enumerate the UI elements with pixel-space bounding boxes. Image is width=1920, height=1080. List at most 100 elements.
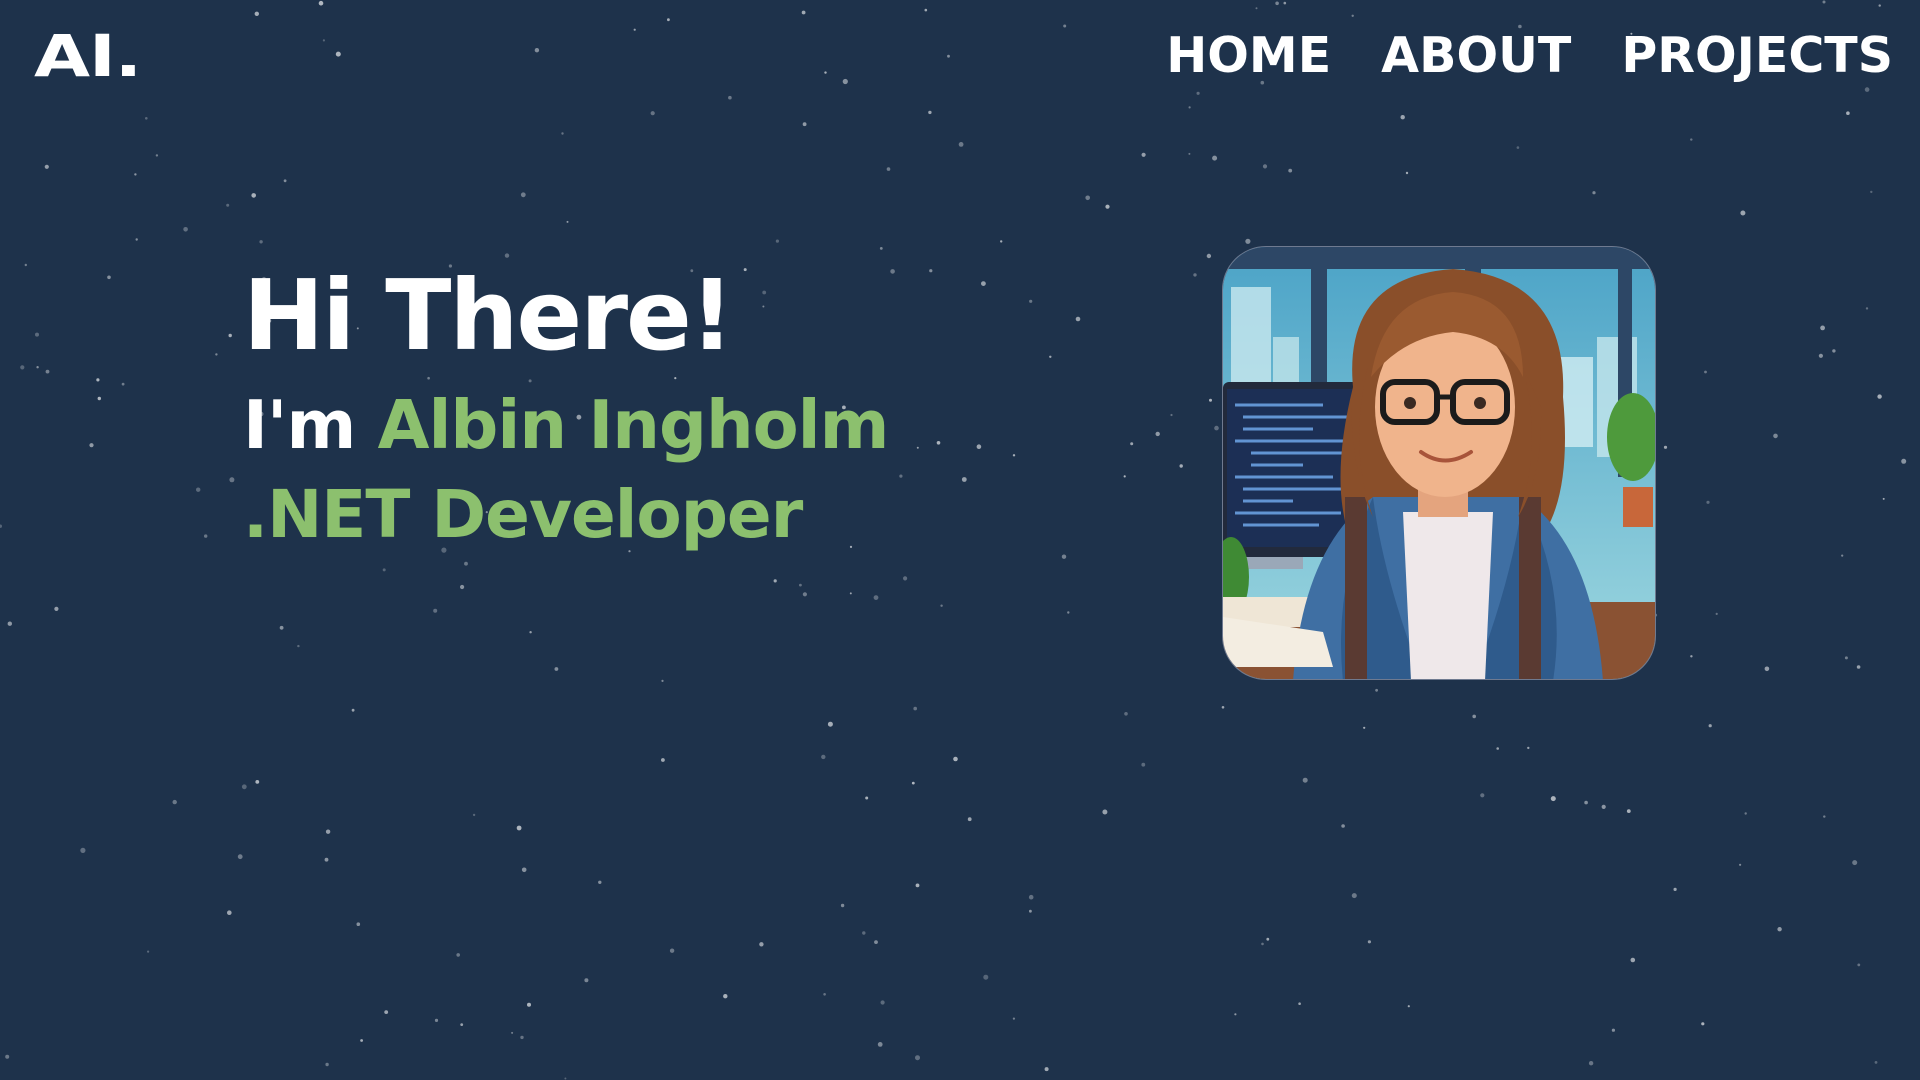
star-dot: [1744, 812, 1747, 815]
star-dot: [135, 238, 138, 241]
star-dot: [1266, 937, 1270, 941]
star-dot: [911, 781, 915, 785]
star-dot: [0, 524, 2, 528]
avatar-illustration-icon: [1223, 247, 1655, 679]
star-dot: [433, 608, 438, 613]
star-dot: [1302, 777, 1308, 783]
star-dot: [516, 825, 522, 831]
star-dot: [241, 784, 247, 790]
star-dot: [584, 978, 589, 983]
star-dot: [1044, 1067, 1049, 1072]
hero-role: .NET Developer: [243, 476, 803, 553]
star-dot: [1715, 612, 1718, 616]
star-dot: [325, 829, 331, 834]
star-dot: [460, 1023, 464, 1026]
star-dot: [35, 332, 39, 337]
star-dot: [1141, 152, 1146, 157]
star-dot: [940, 604, 943, 607]
star-dot: [1550, 796, 1556, 802]
star-dot: [1865, 307, 1869, 310]
logo-text: AI.: [34, 22, 142, 90]
star-dot: [1601, 804, 1606, 810]
star-dot: [1832, 349, 1836, 353]
hero-intro: I'm Albin Ingholm: [243, 382, 1143, 468]
star-dot: [521, 867, 527, 873]
star-dot: [983, 974, 989, 980]
star-dot: [967, 817, 972, 822]
star-dot: [472, 813, 476, 817]
star-dot: [1261, 942, 1264, 946]
star-dot: [1820, 325, 1825, 331]
star-dot: [134, 173, 137, 176]
star-dot: [1262, 164, 1268, 169]
nav-link-home[interactable]: HOME: [1166, 29, 1331, 83]
star-dot: [840, 903, 845, 908]
star-dot: [554, 667, 559, 671]
star-dot: [1874, 1061, 1878, 1064]
star-dot: [1367, 940, 1371, 944]
star-dot: [226, 203, 230, 207]
star-dot: [172, 799, 177, 805]
star-dot: [650, 111, 655, 116]
star-dot: [1170, 413, 1173, 417]
star-dot: [1877, 394, 1882, 399]
star-dot: [1626, 809, 1631, 813]
star-dot: [1701, 1022, 1705, 1026]
star-dot: [669, 948, 675, 953]
star-dot: [802, 592, 808, 597]
star-dot: [1704, 370, 1707, 374]
star-dot: [24, 263, 27, 267]
star-dot: [1188, 152, 1191, 155]
star-dot: [1214, 425, 1219, 431]
star-dot: [97, 396, 102, 401]
star-dot: [297, 644, 300, 648]
star-dot: [849, 592, 852, 595]
star-dot: [915, 883, 920, 888]
star-dot: [1480, 793, 1485, 798]
star-dot: [1708, 724, 1712, 728]
star-dot: [1298, 1002, 1301, 1005]
nav-link-about[interactable]: ABOUT: [1381, 29, 1571, 83]
star-dot: [1209, 398, 1212, 402]
profile-portrait: [1222, 246, 1656, 680]
star-dot: [227, 910, 232, 915]
main-nav: HOME ABOUT PROJECTS: [1166, 29, 1893, 83]
star-dot: [1690, 138, 1693, 141]
star-dot: [1179, 464, 1183, 468]
star-dot: [862, 931, 866, 935]
star-dot: [561, 132, 564, 135]
star-dot: [865, 796, 869, 800]
star-dot: [1028, 894, 1034, 900]
star-dot: [1212, 155, 1218, 161]
navbar: AI. HOME ABOUT PROJECTS: [0, 0, 1920, 110]
star-dot: [1901, 458, 1907, 464]
star-dot: [1841, 554, 1844, 557]
star-dot: [913, 706, 917, 711]
star-dot: [228, 333, 232, 338]
star-dot: [196, 487, 201, 492]
star-dot: [1882, 497, 1885, 500]
star-dot: [1067, 611, 1070, 614]
site-logo[interactable]: AI.: [34, 26, 142, 86]
star-dot: [1844, 656, 1848, 660]
hero-greeting: Hi There!: [243, 259, 734, 372]
star-dot: [520, 1035, 524, 1040]
star-dot: [759, 942, 764, 947]
star-dot: [1105, 204, 1110, 209]
star-dot: [1852, 860, 1858, 866]
star-dot: [351, 708, 355, 712]
star-dot: [251, 193, 256, 198]
star-dot: [1407, 1005, 1410, 1008]
star-dot: [1592, 191, 1596, 195]
star-dot: [1193, 273, 1197, 277]
star-dot: [155, 154, 159, 157]
star-dot: [1584, 800, 1588, 805]
star-dot: [1288, 168, 1293, 173]
star-dot: [1740, 210, 1746, 216]
hero-section: Hi There! I'm Albin Ingholm .NET Develop…: [243, 258, 1143, 558]
nav-link-projects[interactable]: PROJECTS: [1621, 29, 1893, 83]
star-dot: [89, 443, 94, 448]
star-dot: [382, 568, 386, 572]
star-dot: [229, 477, 235, 483]
star-dot: [1375, 688, 1378, 692]
